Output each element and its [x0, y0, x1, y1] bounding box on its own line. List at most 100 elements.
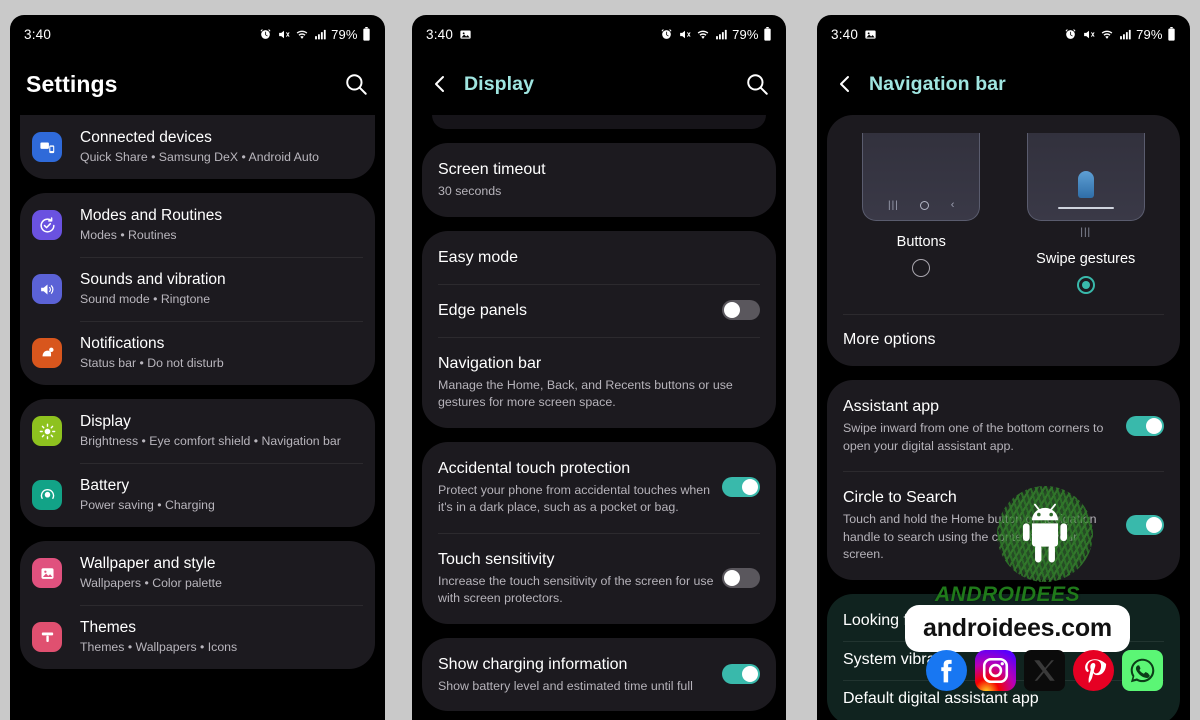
touch-sensitivity-toggle[interactable] [722, 568, 760, 588]
screenshot-icon [459, 28, 472, 41]
whatsapp-icon[interactable] [1122, 650, 1163, 691]
alarm-icon [1064, 28, 1077, 41]
signal-icon [715, 28, 728, 41]
row-title: Show charging information [438, 655, 628, 673]
sidebar-item-label: Notifications [80, 335, 165, 352]
app-bar-display: Display [412, 53, 786, 115]
row-title: Easy mode [438, 248, 519, 266]
connected-devices-icon [32, 132, 62, 162]
home-icon [920, 200, 930, 210]
row-show-charging-information[interactable]: Show charging information Show battery l… [422, 638, 776, 712]
sidebar-item-sublabel: Wallpapers • Color palette [80, 576, 222, 590]
battery-icon [763, 27, 772, 41]
wallpaper-icon [32, 558, 62, 588]
swipe-gestures-radio[interactable] [1076, 276, 1095, 294]
row-subtitle: Swipe inward from one of the bottom corn… [843, 421, 1104, 453]
nav-option-label: Buttons [896, 234, 946, 250]
modes-routines-icon [32, 210, 62, 240]
row-easy-mode[interactable]: Easy mode [422, 231, 776, 284]
sidebar-item-sublabel: Modes • Routines [80, 228, 177, 242]
search-icon[interactable] [343, 71, 369, 97]
edge-panels-toggle[interactable] [722, 300, 760, 320]
row-subtitle: Increase the touch sensitivity of the sc… [438, 573, 714, 606]
battery-percent-label: 79% [1136, 26, 1163, 42]
gestures-preview [1026, 133, 1145, 221]
toggle-knob [742, 479, 758, 495]
nav-option-label: Swipe gestures [1036, 251, 1136, 267]
nav-option-buttons[interactable]: ||| ‹ Buttons [839, 133, 1004, 294]
settings-list[interactable]: Connected devices Quick Share • Samsung … [10, 115, 385, 669]
mute-icon [678, 28, 692, 41]
display-settings-list[interactable]: Screen timeout 30 seconds Easy mode Edge… [412, 115, 786, 711]
sidebar-item-sublabel: Quick Share • Samsung DeX • Android Auto [80, 150, 319, 164]
sidebar-item-sublabel: Themes • Wallpapers • Icons [80, 640, 238, 654]
row-title: More options [843, 331, 936, 348]
row-touch-sensitivity[interactable]: Touch sensitivity Increase the touch sen… [422, 532, 776, 624]
row-screen-timeout[interactable]: Screen timeout 30 seconds [422, 143, 776, 217]
show-charging-information-toggle[interactable] [722, 664, 760, 685]
sidebar-item-modes-and-routines[interactable]: Modes and Routines Modes • Routines [20, 193, 375, 257]
sidebar-item-battery[interactable]: Battery Power saving • Charging [20, 463, 375, 527]
settings-group: Display Brightness • Eye comfort shield … [20, 399, 375, 527]
sidebar-item-label: Display [80, 413, 131, 430]
page-title: Navigation bar [869, 72, 1006, 95]
row-subtitle: Protect your phone from accidental touch… [438, 482, 711, 515]
sidebar-item-connected-devices[interactable]: Connected devices Quick Share • Samsung … [20, 115, 375, 179]
recents-icon: ||| [888, 199, 899, 211]
sidebar-item-themes[interactable]: Themes Themes • Wallpapers • Icons [20, 605, 375, 669]
mute-icon [1082, 28, 1096, 41]
row-title: Assistant app [843, 398, 940, 415]
row-assistant-app[interactable]: Assistant app Swipe inward from one of t… [827, 380, 1180, 471]
phone-panel-settings: 3:40 79% Settings Connected devices Quic… [10, 15, 385, 720]
pinterest-icon[interactable] [1073, 650, 1114, 691]
instagram-icon[interactable] [975, 650, 1016, 691]
sidebar-item-notifications[interactable]: Notifications Status bar • Do not distur… [20, 321, 375, 385]
watermark-url: androidees.com [905, 605, 1130, 652]
screenshot-icon [864, 28, 877, 41]
row-navigation-bar[interactable]: Navigation bar Manage the Home, Back, an… [422, 336, 776, 428]
sidebar-item-sounds-and-vibration[interactable]: Sounds and vibration Sound mode • Ringto… [20, 257, 375, 321]
search-icon[interactable] [744, 71, 770, 97]
row-edge-panels[interactable]: Edge panels [422, 283, 776, 337]
settings-group: Wallpaper and style Wallpapers • Color p… [20, 541, 375, 669]
watermark-brand: ANDROIDEES [935, 583, 1081, 606]
x-icon[interactable] [1024, 650, 1065, 691]
buttons-radio[interactable] [912, 259, 931, 277]
phone-panel-display: 3:40 79% Display Screen timeout 30 secon… [412, 15, 786, 720]
row-accidental-touch-protection[interactable]: Accidental touch protection Protect your… [422, 442, 776, 533]
toggle-knob [724, 302, 740, 318]
themes-icon [32, 622, 62, 652]
status-bar-time: 3:40 [831, 26, 859, 42]
row-title: Navigation bar [438, 354, 542, 372]
row-subtitle: Manage the Home, Back, and Recents butto… [438, 377, 733, 410]
sidebar-item-display[interactable]: Display Brightness • Eye comfort shield … [20, 399, 375, 463]
alarm-icon [660, 28, 673, 41]
nav-option-swipe-gestures[interactable]: ||| Swipe gestures [1004, 133, 1169, 294]
alarm-icon [259, 28, 272, 41]
sidebar-item-label: Wallpaper and style [80, 555, 216, 572]
row-title: Edge panels [438, 301, 527, 319]
sidebar-item-wallpaper-and-style[interactable]: Wallpaper and style Wallpapers • Color p… [20, 541, 375, 605]
page-title: Display [464, 72, 535, 95]
assistant-app-toggle[interactable] [1126, 415, 1164, 436]
nav-preview-row: ||| ‹ Buttons ||| Swipe gestures [827, 115, 1180, 302]
wifi-icon [696, 28, 710, 41]
back-icon[interactable] [428, 72, 452, 96]
page-title: Settings [26, 70, 118, 97]
toggle-knob [1146, 517, 1162, 534]
nav-type-group: ||| ‹ Buttons ||| Swipe gestures More op… [827, 115, 1180, 366]
accidental-touch-protection-toggle[interactable] [722, 477, 760, 497]
sidebar-item-label: Connected devices [80, 129, 212, 146]
signal-icon [314, 28, 327, 41]
sidebar-item-label: Sounds and vibration [80, 271, 226, 288]
gesture-handle-icon [1077, 171, 1094, 198]
back-icon[interactable] [833, 72, 857, 96]
display-group: Accidental touch protection Protect your… [422, 441, 776, 624]
partial-card-above [432, 115, 766, 129]
facebook-icon[interactable] [926, 650, 967, 691]
row-title: Accidental touch protection [438, 459, 631, 477]
circle-to-search-toggle[interactable] [1126, 515, 1164, 536]
row-more-options[interactable]: More options [827, 315, 1180, 366]
mute-icon [277, 28, 291, 41]
battery-icon [32, 480, 62, 510]
